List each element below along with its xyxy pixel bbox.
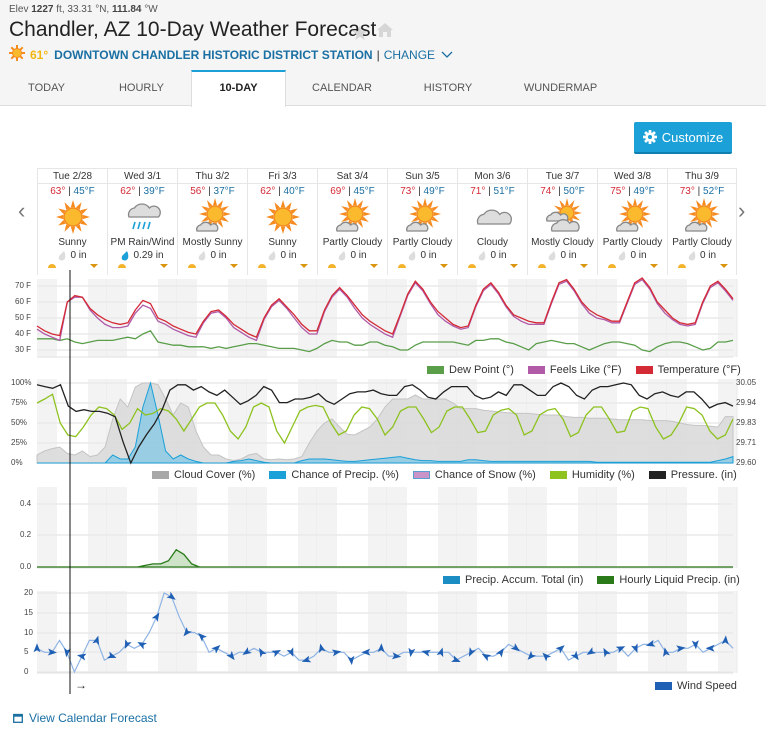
legend-pressure[interactable]: Pressure. (in) [648,469,737,481]
legend-feels-like[interactable]: Feels Like (°F) [527,364,622,376]
night-shade [88,487,107,568]
cloud-cover-swatch [152,471,169,479]
night-shade [387,487,407,568]
night-shade [718,487,737,568]
snow-chance-swatch [412,471,430,479]
legend-temperature[interactable]: Temperature (°F) [635,364,741,376]
night-shade [718,591,737,673]
precip-chance-swatch [269,471,287,479]
temp-y-tick: 60 F [15,297,32,306]
legend-chance-of-snow[interactable]: Chance of Snow (%) [412,469,536,481]
night-shade [37,591,57,673]
night-shade [228,379,247,463]
temp-y-tick: 50 F [15,313,32,322]
night-shade [228,591,247,673]
temp-y-tick: 30 F [15,345,32,354]
legend-cloud-cover[interactable]: Cloud Cover (%) [152,469,255,481]
wind-y-tick: 20 [24,588,33,597]
night-shade [317,591,337,673]
night-shade [107,591,127,673]
humidity-swatch [549,471,567,479]
temperature-swatch [635,366,653,374]
night-shade [667,487,687,568]
pressure-y-tick: 29.83 [736,418,757,427]
night-shade [387,591,407,673]
humidity-y-tick: 100% [11,378,32,387]
legend-humidity[interactable]: Humidity (%) [549,469,635,481]
pressure-y-tick: 29.71 [736,438,757,447]
legend-label: Chance of Snow (%) [434,469,536,481]
humidity-y-tick: 75% [11,398,28,407]
legend-precip-accum[interactable]: Precip. Accum. Total (in) [443,574,583,586]
view-calendar-forecast-link[interactable]: View Calendar Forecast [13,711,157,725]
legend-label: Hourly Liquid Precip. (in) [619,574,740,586]
calendar-link-label: View Calendar Forecast [29,711,157,725]
night-shade [37,487,57,568]
wind-legend: Wind Speed [655,680,737,692]
legend-label: Chance of Precip. (%) [291,469,399,481]
night-shade [247,591,267,673]
night-shade [247,487,267,568]
night-shade [527,591,547,673]
night-shade [648,487,667,568]
night-shade [508,487,527,568]
night-shade [368,591,387,673]
night-shade [578,591,597,673]
dew-point-swatch [427,366,444,374]
precip-legend: Precip. Accum. Total (in) Hourly Liquid … [443,574,740,586]
night-shade [457,487,477,568]
legend-hourly-precip[interactable]: Hourly Liquid Precip. (in) [597,574,740,586]
calendar-icon [13,713,23,723]
night-shade [247,379,267,463]
wind-y-tick: 5 [24,647,29,656]
legend-wind-speed[interactable]: Wind Speed [655,680,737,692]
pressure-y-tick: 29.94 [736,398,757,407]
legend-label: Wind Speed [677,680,737,692]
night-shade [527,487,547,568]
legend-label: Temperature (°F) [657,364,741,376]
current-wind-direction-arrow: → [75,678,87,692]
legend-label: Precip. Accum. Total (in) [465,574,584,586]
legend-label: Humidity (%) [571,469,635,481]
legend-label: Cloud Cover (%) [174,469,256,481]
humidity-y-tick: 50% [11,418,28,427]
humidity-y-tick: 25% [11,438,28,447]
precip-y-tick: 0.0 [20,562,32,571]
precip-accum-swatch [443,576,460,584]
precip-y-tick: 0.2 [20,530,32,539]
pressure-y-tick: 29.60 [736,458,757,467]
humidity-y-tick: 0% [11,458,23,467]
night-shade [438,487,457,568]
temperature-legend: Dew Point (°) Feels Like (°F) Temperatur… [427,364,741,376]
pressure-y-tick: 30.05 [736,378,757,387]
night-shade [578,487,597,568]
wind-y-tick: 0 [24,667,29,676]
night-shade [368,487,387,568]
humidity-legend: Cloud Cover (%) Chance of Precip. (%) Ch… [152,469,737,481]
night-shade [298,487,317,568]
legend-chance-of-precip[interactable]: Chance of Precip. (%) [269,469,399,481]
wind-y-tick: 15 [24,608,33,617]
temp-y-tick: 70 F [15,281,32,290]
night-shade [508,591,527,673]
feels-like-swatch [527,366,545,374]
precip-y-tick: 0.4 [20,499,32,508]
night-shade [597,487,617,568]
pressure-swatch [648,471,666,479]
wind-speed-swatch [655,682,672,690]
hourly-precip-swatch [597,576,615,584]
night-shade [457,591,477,673]
temp-y-tick: 40 F [15,329,32,338]
night-shade [648,591,667,673]
wind-y-tick: 10 [24,628,33,637]
night-shade [667,591,687,673]
legend-dew-point[interactable]: Dew Point (°) [427,364,514,376]
legend-label: Feels Like (°F) [549,364,622,376]
night-shade [317,487,337,568]
legend-label: Pressure. (in) [670,469,737,481]
night-shade [597,591,617,673]
night-shade [228,487,247,568]
legend-label: Dew Point (°) [449,364,514,376]
night-shade [107,487,127,568]
